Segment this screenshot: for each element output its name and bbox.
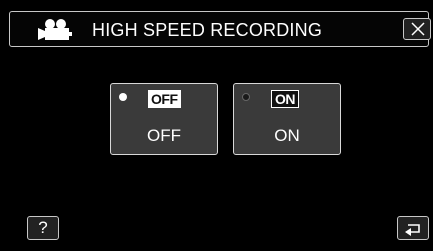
video-camera-icon xyxy=(38,19,72,40)
unselected-indicator-icon xyxy=(242,93,250,101)
title-bar: HIGH SPEED RECORDING xyxy=(9,11,431,47)
help-button[interactable]: ? xyxy=(27,216,59,240)
option-on-label: ON xyxy=(274,126,300,145)
selected-indicator-icon xyxy=(119,93,127,101)
option-off-label: OFF xyxy=(147,126,181,145)
option-off-button[interactable]: OFF OFF xyxy=(110,83,218,155)
back-button[interactable] xyxy=(397,216,429,240)
off-badge-icon: OFF xyxy=(148,90,181,108)
back-arrow-icon xyxy=(405,224,420,236)
option-on-button[interactable]: ON ON xyxy=(233,83,341,155)
close-button[interactable] xyxy=(403,18,431,40)
on-badge-icon: ON xyxy=(271,90,299,108)
close-icon xyxy=(411,22,425,36)
page-title: HIGH SPEED RECORDING xyxy=(92,20,323,40)
